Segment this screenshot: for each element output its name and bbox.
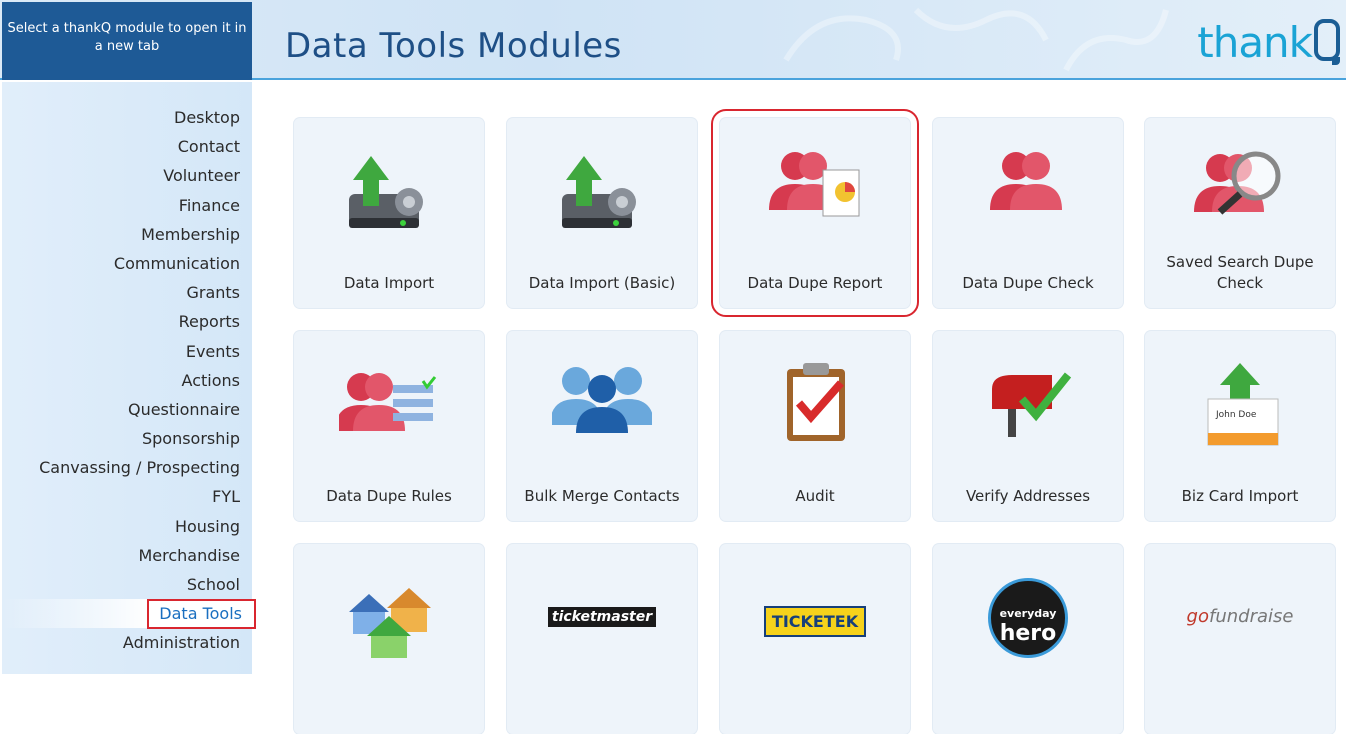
svg-text:John Doe: John Doe bbox=[1215, 410, 1257, 420]
nav-item-canvassing-prospecting[interactable]: Canvassing / Prospecting bbox=[2, 453, 252, 482]
module-tile-label: Data Import bbox=[343, 274, 435, 292]
module-tile-gofundraise-logo[interactable]: gofundraise bbox=[1145, 544, 1335, 734]
nav-item-label: School bbox=[186, 575, 240, 594]
module-tile-houses-icon[interactable] bbox=[294, 544, 484, 734]
nav-item-events[interactable]: Events bbox=[2, 337, 252, 366]
business-card-upload-icon: John Doe bbox=[1207, 363, 1279, 446]
dupe-search-icon bbox=[1194, 151, 1281, 215]
module-tile-verify-addresses[interactable]: Verify Addresses bbox=[933, 331, 1123, 521]
nav-item-label: Merchandise bbox=[138, 545, 240, 565]
page-title: Data Tools Modules bbox=[285, 26, 622, 66]
nav-item-administration[interactable]: Administration bbox=[2, 628, 252, 657]
gofundraise-logo: gofundraise bbox=[1186, 606, 1294, 627]
houses-icon bbox=[349, 588, 431, 658]
puzzle-background-icon bbox=[783, 7, 1169, 72]
nav-item-grants[interactable]: Grants bbox=[2, 278, 252, 307]
module-tile-saved-search-dupe-check[interactable]: Saved Search Dupe Check bbox=[1145, 118, 1335, 308]
nav-item-communication[interactable]: Communication bbox=[2, 249, 252, 278]
server-upload-icon bbox=[349, 156, 423, 228]
nav-item-label: Membership bbox=[141, 224, 240, 244]
module-nav: Desktop Contact Volunteer Finance Membership… bbox=[2, 103, 256, 658]
module-tile-data-dupe-report[interactable]: Data Dupe Report bbox=[711, 109, 919, 317]
nav-item-label: Data Tools bbox=[147, 599, 256, 630]
everyday-hero-logo: everyday hero bbox=[933, 578, 1123, 658]
dupe-rules-icon bbox=[339, 373, 437, 431]
nav-item-label: Housing bbox=[174, 516, 240, 536]
logo-text: thank bbox=[1197, 18, 1313, 67]
nav-item-data-tools[interactable]: Data Tools bbox=[2, 599, 256, 630]
nav-item-label: Finance bbox=[178, 195, 240, 215]
module-tiles: Data Import Data Import (Basic) Data Dup… bbox=[294, 109, 1346, 734]
nav-item-label: Administration bbox=[122, 633, 240, 653]
nav-item-label: Communication bbox=[113, 253, 240, 273]
merge-people-icon bbox=[552, 367, 652, 433]
logo-q-icon bbox=[1314, 19, 1340, 65]
nav-item-label: Events bbox=[185, 341, 240, 361]
nav-item-label: Sponsorship bbox=[141, 429, 240, 449]
module-tile-bulk-merge-contacts[interactable]: Bulk Merge Contacts bbox=[507, 331, 697, 521]
module-tile-biz-card-import[interactable]: John Doe Biz Card Import bbox=[1145, 331, 1335, 521]
nav-item-fyl[interactable]: FYL bbox=[2, 482, 252, 511]
nav-item-contact[interactable]: Contact bbox=[2, 132, 252, 161]
mailbox-check-icon bbox=[992, 372, 1072, 437]
module-hint: Select a thankQ module to open it in a n… bbox=[2, 2, 252, 80]
nav-item-reports[interactable]: Reports bbox=[2, 307, 252, 336]
server-upload-icon bbox=[562, 156, 636, 228]
nav-item-label: FYL bbox=[212, 487, 240, 507]
module-tile-ticketmaster-logo[interactable]: ticketmaster bbox=[507, 544, 697, 734]
nav-item-questionnaire[interactable]: Questionnaire bbox=[2, 395, 252, 424]
module-tile-label: Verify Addresses bbox=[965, 487, 1091, 505]
nav-item-label: Volunteer bbox=[163, 166, 240, 186]
module-tile-data-dupe-check[interactable]: Data Dupe Check bbox=[933, 118, 1123, 308]
module-tile-data-dupe-rules[interactable]: Data Dupe Rules bbox=[294, 331, 484, 521]
module-tile-data-import[interactable]: Data Import bbox=[294, 118, 484, 308]
module-tile-ticketek-logo[interactable]: TICKETEK bbox=[720, 544, 910, 734]
module-tile-label: Biz Card Import bbox=[1181, 487, 1299, 505]
thankq-logo[interactable]: thank bbox=[1197, 18, 1340, 67]
nav-item-membership[interactable]: Membership bbox=[2, 220, 252, 249]
module-tile-audit[interactable]: Audit bbox=[720, 331, 910, 521]
nav-item-desktop[interactable]: Desktop bbox=[2, 103, 252, 132]
module-tile-label: Bulk Merge Contacts bbox=[524, 487, 680, 505]
nav-item-school[interactable]: School bbox=[2, 570, 252, 599]
nav-item-finance[interactable]: Finance bbox=[2, 191, 252, 220]
nav-item-label: Reports bbox=[178, 312, 240, 332]
module-tile-label: Data Dupe Check bbox=[962, 274, 1094, 292]
module-tile-everyday-hero-logo[interactable]: everyday hero bbox=[933, 544, 1123, 734]
module-tile-label: Audit bbox=[795, 487, 835, 505]
module-tile-label: Saved Search Dupe Check bbox=[1166, 253, 1314, 292]
header-bar: Select a thankQ module to open it in a n… bbox=[0, 0, 1346, 80]
module-tile-label: Data Import (Basic) bbox=[528, 274, 676, 292]
module-tile-label: Data Dupe Rules bbox=[326, 487, 452, 505]
module-tile-data-import-basic[interactable]: Data Import (Basic) bbox=[507, 118, 697, 308]
clipboard-check-icon bbox=[787, 363, 845, 441]
nav-item-label: Actions bbox=[181, 370, 240, 390]
nav-item-actions[interactable]: Actions bbox=[2, 366, 252, 395]
nav-item-sponsorship[interactable]: Sponsorship bbox=[2, 424, 252, 453]
sidebar: Desktop Contact Volunteer Finance Membership… bbox=[2, 82, 256, 674]
nav-item-merchandise[interactable]: Merchandise bbox=[2, 541, 252, 570]
nav-item-label: Canvassing / Prospecting bbox=[39, 458, 240, 478]
ticketek-logo: TICKETEK bbox=[720, 606, 910, 637]
module-tile-label: Data Dupe Report bbox=[747, 274, 883, 292]
nav-item-housing[interactable]: Housing bbox=[2, 512, 252, 541]
nav-item-label: Grants bbox=[186, 283, 240, 303]
ticketmaster-logo: ticketmaster bbox=[507, 606, 697, 627]
nav-item-label: Questionnaire bbox=[127, 399, 240, 419]
nav-item-label: Desktop bbox=[174, 108, 240, 127]
dupe-people-icon bbox=[990, 152, 1062, 210]
dupe-report-icon bbox=[769, 152, 860, 217]
nav-item-label: Contact bbox=[177, 137, 240, 157]
nav-item-volunteer[interactable]: Volunteer bbox=[2, 161, 252, 190]
